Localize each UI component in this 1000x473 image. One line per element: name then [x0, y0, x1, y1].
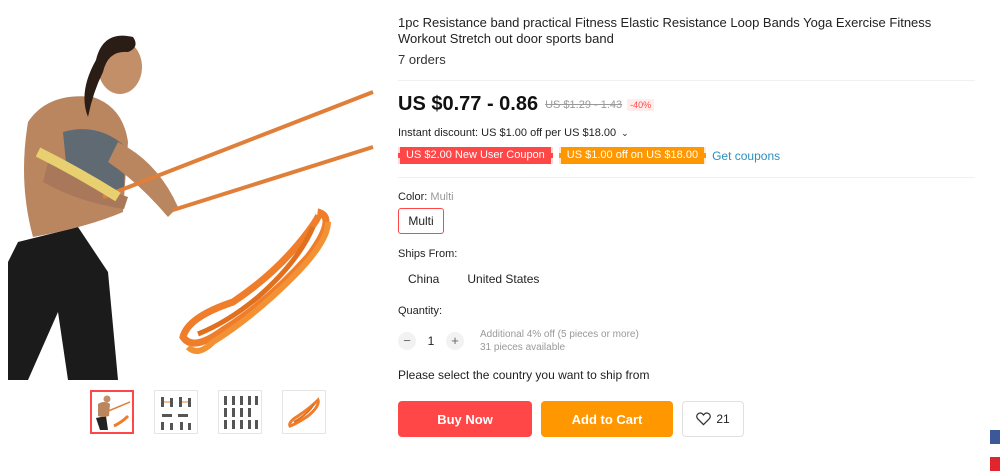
discount-badge: -40%	[627, 98, 655, 111]
color-label-text: Color:	[398, 191, 428, 203]
quantity-label: Quantity:	[398, 305, 443, 317]
pieces-available: 31 pieces available	[480, 342, 566, 353]
divider	[398, 177, 975, 178]
color-selected-value: Multi	[430, 191, 454, 203]
instant-discount-text: Instant discount: US $1.00 off per US $1…	[398, 127, 617, 139]
instant-discount[interactable]: Instant discount: US $1.00 off per US $1…	[398, 127, 629, 139]
thumbnail-strip	[90, 390, 326, 434]
product-gallery	[0, 0, 385, 473]
thumbnail-2[interactable]	[154, 390, 198, 434]
color-label: Color: Multi	[398, 191, 454, 203]
quantity-value[interactable]: 1	[416, 334, 446, 348]
quantity-note: Additional 4% off (5 pieces or more) 31 …	[480, 328, 639, 354]
ships-from-options: China United States	[408, 272, 539, 286]
bulk-discount-note: Additional 4% off (5 pieces or more)	[480, 329, 639, 340]
wishlist-button[interactable]: 21	[682, 401, 744, 437]
current-price: US $0.77 - 0.86	[398, 93, 539, 115]
ship-option-united-states[interactable]: United States	[467, 272, 539, 286]
thumbnail-1[interactable]	[90, 390, 134, 434]
main-product-image[interactable]	[8, 12, 378, 380]
thumbnail-band-icon	[288, 397, 320, 428]
product-title: 1pc Resistance band practical Fitness El…	[398, 15, 932, 46]
quantity-increase-button[interactable]: +	[446, 332, 464, 350]
price-row: US $0.77 - 0.86 US $1.29 - 1.43 -40%	[398, 93, 655, 116]
thumbnail-exercise-grid-icon	[224, 396, 258, 429]
divider	[398, 80, 975, 81]
quantity-stepper: − 1 + Additional 4% off (5 pieces or mor…	[398, 328, 639, 354]
fitness-woman-illustration	[8, 35, 374, 380]
thumbnail-3[interactable]	[218, 390, 262, 434]
shipping-message: Please select the country you want to sh…	[398, 368, 650, 382]
thumbnail-4[interactable]	[282, 390, 326, 434]
wishlist-count: 21	[716, 412, 730, 426]
order-count: 7 orders	[398, 52, 446, 67]
thumbnail-woman-icon	[96, 395, 131, 430]
ships-from-label: Ships From:	[398, 248, 458, 260]
ship-option-china[interactable]: China	[408, 272, 439, 286]
store-coupon[interactable]: US $1.00 off on US $18.00	[558, 147, 707, 164]
color-option-multi[interactable]: Multi	[398, 208, 444, 234]
coupon-row: US $2.00 New User Coupon US $1.00 off on…	[398, 147, 780, 164]
original-price: US $1.29 - 1.43	[545, 98, 623, 111]
buy-now-button[interactable]: Buy Now	[398, 401, 532, 437]
new-user-coupon[interactable]: US $2.00 New User Coupon	[398, 147, 553, 164]
action-buttons: Buy Now Add to Cart 21	[398, 401, 744, 437]
pinterest-share-tab[interactable]	[990, 457, 1000, 471]
heart-icon	[696, 412, 712, 426]
get-coupons-link[interactable]: Get coupons	[712, 149, 780, 163]
facebook-share-tab[interactable]	[990, 430, 1000, 444]
quantity-decrease-button[interactable]: −	[398, 332, 416, 350]
add-to-cart-button[interactable]: Add to Cart	[541, 401, 673, 437]
thumbnail-exercise-grid-icon	[161, 397, 191, 430]
chevron-down-icon: ⌄	[621, 128, 629, 138]
